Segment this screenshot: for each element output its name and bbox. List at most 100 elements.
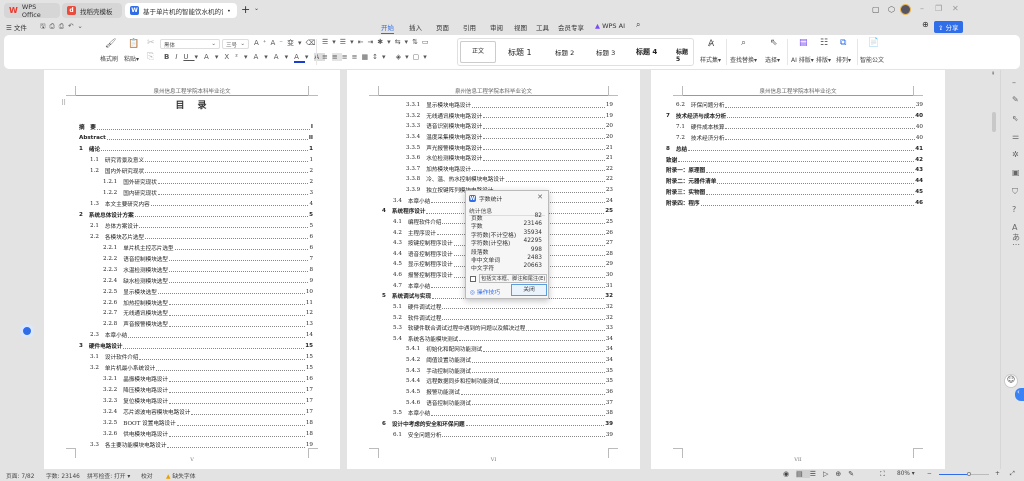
tab-tools[interactable]: 工具 [536, 22, 549, 32]
avatar[interactable] [900, 4, 911, 15]
chevron-down-icon[interactable]: ⌄ [254, 5, 259, 12]
paste-button[interactable]: 粘贴▾ [124, 54, 139, 63]
toc-entry[interactable]: 3.2 单片机最小系统设计 15 [90, 364, 313, 373]
toc-entry[interactable]: 5.1 硬件调试过程 32 [393, 302, 613, 311]
quick-access-icons[interactable]: 🖫⎙⎙↶⌄ [40, 22, 87, 33]
layout-button[interactable]: 排版▾ [816, 55, 831, 64]
toc-entry[interactable]: 5.4.1 初始化和配网功能测试 34 [406, 345, 613, 354]
collapse-icon[interactable]: – [1012, 78, 1016, 87]
font-tools-icons[interactable]: A⁺A⁻变▾⌫ [254, 38, 319, 48]
fullscreen-icon[interactable]: ⤢ [1010, 471, 1015, 478]
scroll-up-icon[interactable]: ⇞ [991, 71, 995, 77]
toc-entry[interactable]: 7.1 硬件成本核算 40 [676, 122, 923, 131]
proofread-button[interactable]: 校对 [141, 471, 153, 480]
toc-entry[interactable]: 3.2.4 芯片滤波电容模块电路设计 17 [103, 408, 313, 417]
tab-view[interactable]: 视图 [514, 22, 527, 32]
tab-document[interactable]: W基于单片机的智能饮水机的设计• [125, 3, 237, 18]
toc-entry[interactable]: 6 设计中考虑的安全和环保问题 39 [382, 419, 613, 428]
word-count[interactable]: 字数: 23146 [46, 471, 80, 480]
checkbox-box[interactable] [470, 275, 476, 282]
cloud-upload-icon[interactable]: ⊕ [922, 20, 929, 29]
document-page[interactable]: 泉州信息工程学院本科毕业论文 VII 6.2 环保问题分析 39 7 技术经济与成本分… [651, 70, 945, 469]
toc-entry[interactable]: 2.2.1 单片机主控芯片选型 6 [103, 243, 313, 252]
minimize-icon[interactable]: – [920, 4, 924, 13]
toc-entry[interactable]: 1.2.1 国外研究现状 2 [103, 177, 313, 186]
format-painter-button[interactable]: 格式刷 [100, 54, 118, 63]
missing-font-button[interactable]: ▲ 缺失字体 [166, 471, 196, 480]
select-icon[interactable]: ⇖ [1012, 114, 1019, 123]
toc-entry[interactable]: 摘 要I [79, 123, 313, 132]
close-icon[interactable]: ✕ [537, 193, 543, 201]
toc-entry[interactable]: 3.2.5 BOOT 设置电路设计 18 [103, 419, 313, 428]
toc-entry[interactable]: 7.2 技术经济分析 40 [676, 133, 923, 142]
tab-wps-ai[interactable]: ▲ WPS AI [595, 22, 625, 30]
toc-entry[interactable]: 5.4.5 报警功能测试 36 [406, 388, 613, 397]
search-icon[interactable]: ⌕ [636, 20, 640, 30]
toc-entry[interactable]: 5.4.2 阈值设置功能测试 34 [406, 356, 613, 365]
toc-entry[interactable]: 3.3.3 语音识别模块电路设计 20 [406, 122, 613, 131]
more-icon[interactable]: ⋯ [1012, 240, 1020, 249]
ai-layout-button[interactable]: AI 排版▾ [791, 55, 814, 64]
toc-entry[interactable]: 2.1 总体方案设计 5 [90, 221, 313, 230]
toc-entry[interactable]: 3.2.2 降压模块电路设计 17 [103, 386, 313, 395]
toc-entry[interactable]: 2.2.6 加热控制模块选型 11 [103, 298, 313, 307]
toc-entry[interactable]: 3.3.2 无线通讯模块电路设计 19 [406, 111, 613, 120]
style-heading-1[interactable]: 标题 1 [508, 47, 532, 58]
sparkle-icon[interactable]: ✲ [1012, 150, 1019, 159]
toc-entry[interactable]: 5.4 系统各功能模块测试 34 [393, 334, 613, 343]
expand-panel-button[interactable]: ‹ [1015, 388, 1024, 401]
style-heading-4[interactable]: 标题 4 [636, 47, 657, 57]
window-list-icon[interactable]: ▢ [872, 5, 880, 14]
file-menu[interactable]: ☰ 文件 [6, 22, 27, 32]
spell-check[interactable]: 拼写检查: 打开 ▾ [87, 471, 130, 480]
pen-icon[interactable]: ✎ [1012, 95, 1019, 104]
toc-entry[interactable]: 附录四：程序 46 [666, 199, 923, 208]
assistant-avatar[interactable]: ☺ [1004, 374, 1018, 388]
toc-entry[interactable]: 3.3.7 加热模块电路设计 22 [406, 164, 613, 173]
restore-icon[interactable]: ❐ [935, 4, 942, 13]
toc-entry[interactable]: 3.3.1 显示模块电路设计 19 [406, 101, 613, 110]
toc-entry[interactable]: 5.3 软硬件联合调试过程中遇到的问题以及解决过程 33 [393, 324, 613, 333]
toc-entry[interactable]: 6.2 环保问题分析 39 [676, 101, 923, 110]
zoom-out-button[interactable]: − [927, 471, 932, 477]
toc-entry[interactable]: 8 总结 41 [666, 144, 923, 153]
toc-entry[interactable]: 5.4.3 手动控制功能测试 35 [406, 366, 613, 375]
toc-entry[interactable]: 2.2 各模块芯片选型 6 [90, 232, 313, 241]
zoom-slider[interactable] [939, 472, 989, 476]
toc-entry[interactable]: 致谢 42 [666, 155, 923, 164]
tips-link[interactable]: ◎ 操作技巧 [470, 287, 500, 296]
font-family-select[interactable]: 黑体 ⌄ [160, 39, 220, 49]
toc-entry[interactable]: Abstract II [79, 133, 313, 142]
toc-entry[interactable]: 3.3.6 水位检测模块电路设计 21 [406, 154, 613, 163]
smart-doc-button[interactable]: 智能公文 [860, 55, 884, 64]
style-heading-5[interactable]: 标题 5 [676, 47, 693, 63]
tab-member[interactable]: 会员专享 [558, 22, 584, 32]
toc-entry[interactable]: 3.3.5 声光报警模块电路设计 21 [406, 143, 613, 152]
toc-entry[interactable]: 2.2.5 显示模块选型 10 [103, 287, 313, 296]
toc-entry[interactable]: 2.2.2 语音控制模块选型 7 [103, 254, 313, 263]
tab-review[interactable]: 审阅 [490, 22, 503, 32]
tab-references[interactable]: 引用 [463, 22, 476, 32]
gallery-icon[interactable]: ▣ [1012, 168, 1020, 177]
style-set-button[interactable]: 样式集▾ [700, 55, 721, 64]
toc-entry[interactable]: 2.3 本章小结 14 [90, 331, 313, 340]
toc-entry[interactable]: 附录二：元器件清单 44 [666, 177, 923, 186]
toc-entry[interactable]: 5.2 软件调试过程 32 [393, 313, 613, 322]
toc-entry[interactable]: 1 绪论 1 [79, 144, 313, 153]
tab-insert[interactable]: 插入 [409, 22, 422, 32]
view-mode-icons[interactable]: ◉▤☰▷⊕✎ [783, 470, 861, 478]
help-icon[interactable]: ? [1012, 205, 1016, 214]
text-format-icons[interactable]: BIU▾A▾X²▾A▾A▾A▾A [164, 53, 326, 63]
settings-sliders-icon[interactable]: ⚌ [1012, 132, 1019, 141]
toc-entry[interactable]: 3.3.4 温度采集模块电路设计 20 [406, 132, 613, 141]
select-button[interactable]: 选择▾ [765, 55, 780, 64]
close-tab-icon[interactable]: • [227, 7, 231, 15]
toc-entry[interactable]: 1.2 国内外研究现状 2 [90, 166, 313, 175]
tab-page[interactable]: 页面 [436, 22, 449, 32]
style-normal[interactable]: 正文 [460, 41, 496, 63]
toc-entry[interactable]: 3.2.6 供电模块电路设计 18 [103, 430, 313, 439]
zoom-in-button[interactable]: + [995, 471, 1000, 477]
cut-icon[interactable]: ✂ [147, 38, 155, 48]
arrange-button[interactable]: 排列▾ [836, 55, 851, 64]
toc-entry[interactable]: 3 硬件电路设计 15 [79, 342, 313, 351]
